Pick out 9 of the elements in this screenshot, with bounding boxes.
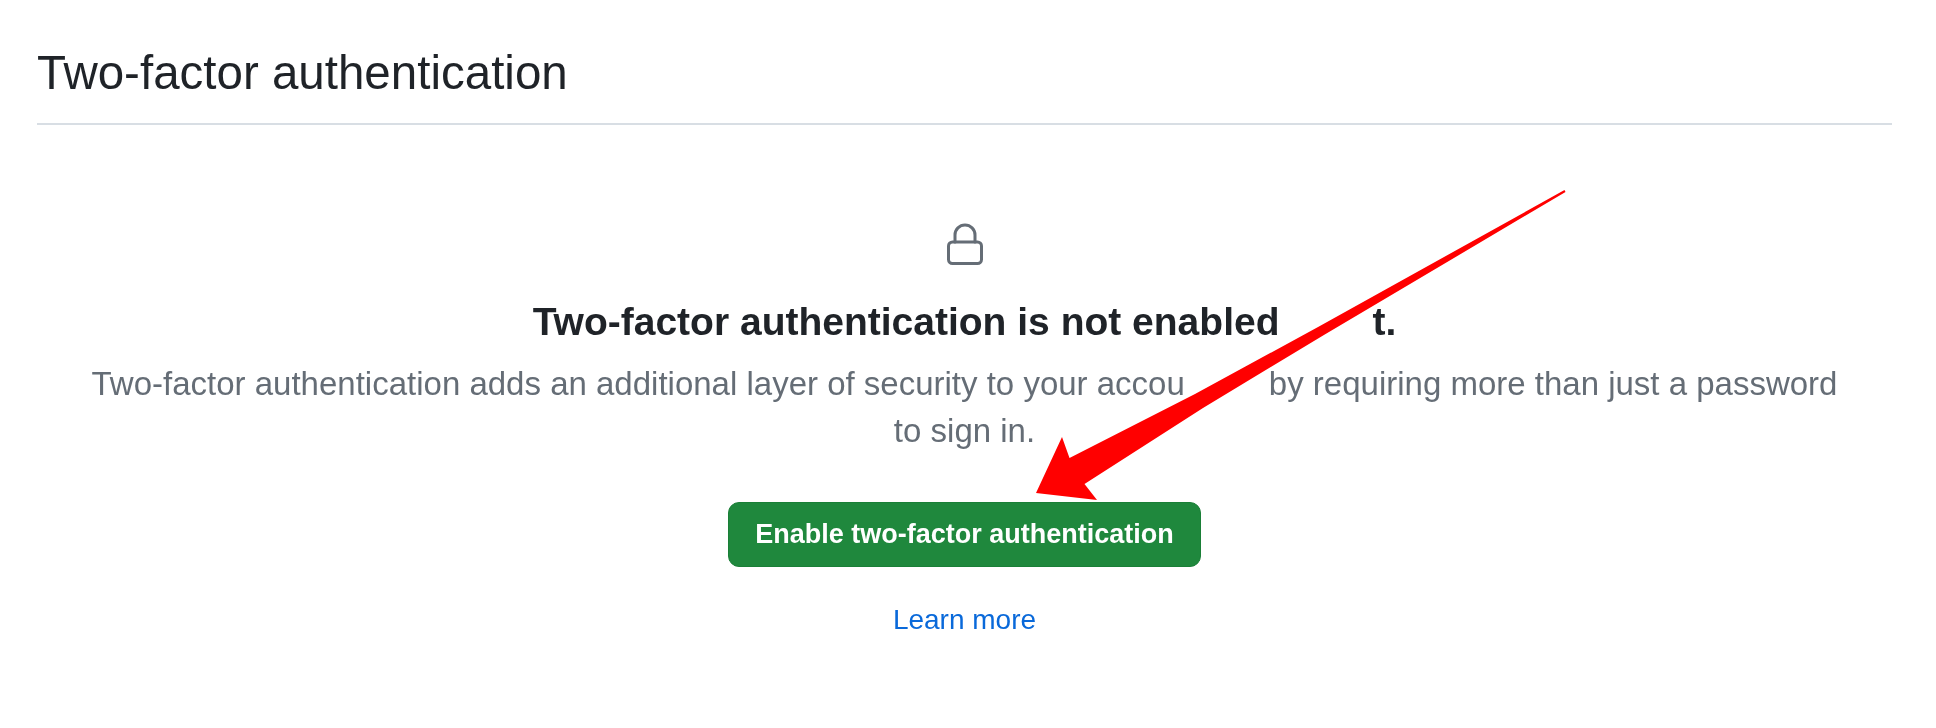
page-title: Two-factor authentication [37, 45, 569, 101]
blankslate-heading: t. [1372, 299, 1397, 345]
blankslate-description: Two-factor authentication adds an additional layer of security to your accou [91, 363, 1185, 404]
learn-more-link[interactable]: Learn more [892, 602, 1037, 637]
enable-two-factor-button[interactable]: Enable two-factor authentication [728, 501, 1201, 567]
blankslate-description: by requiring more than just a password [1268, 363, 1838, 404]
blankslate-description: to sign in. [893, 410, 1036, 451]
blankslate-heading: Two-factor authentication is not enabled [532, 299, 1280, 345]
lock-icon [946, 223, 983, 265]
